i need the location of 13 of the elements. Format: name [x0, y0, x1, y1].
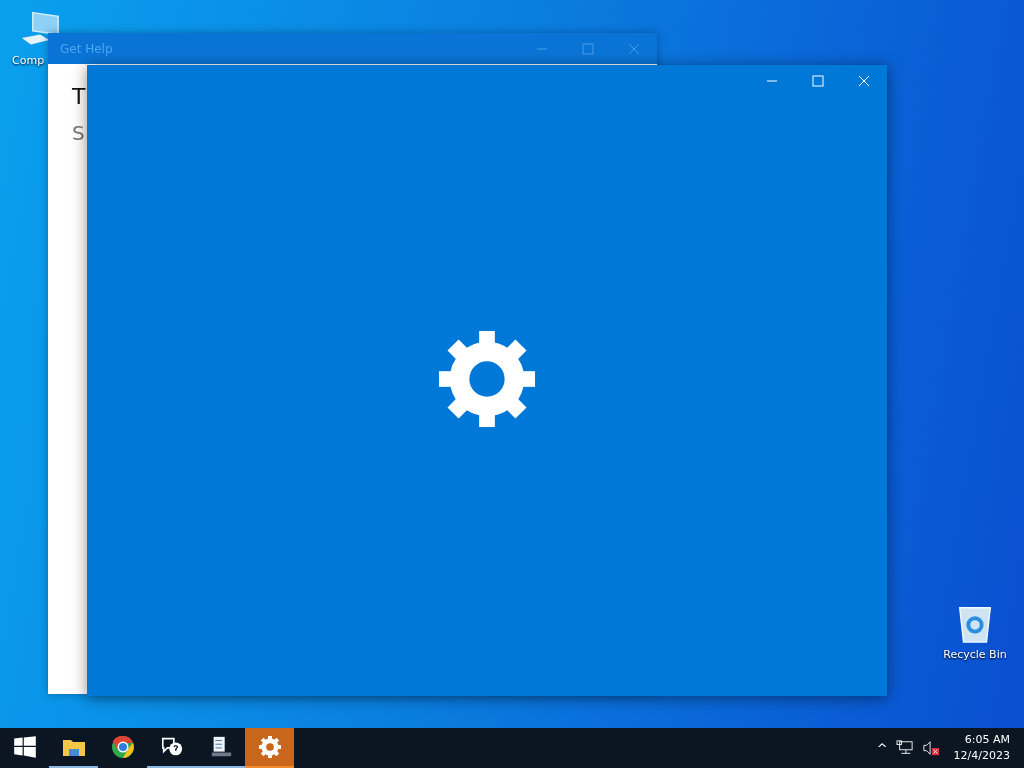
window-title: Get Help	[59, 41, 114, 56]
clock-date[interactable]: 12/4/2023	[953, 748, 1010, 764]
browser-icon	[110, 735, 135, 759]
show-hidden-icons-button[interactable]: ^	[876, 740, 888, 756]
windows-icon	[12, 735, 37, 759]
network-icon[interactable]	[895, 740, 914, 756]
gear-icon	[257, 735, 282, 759]
gear-icon	[438, 329, 536, 428]
page-heading: T	[72, 84, 87, 109]
clock-time[interactable]: 6:05 AM	[964, 732, 1010, 748]
desktop-icon-label[interactable]: Recycle Bin	[943, 648, 1007, 661]
volume-icon[interactable]	[921, 740, 940, 756]
page-subheading: S	[72, 121, 86, 145]
